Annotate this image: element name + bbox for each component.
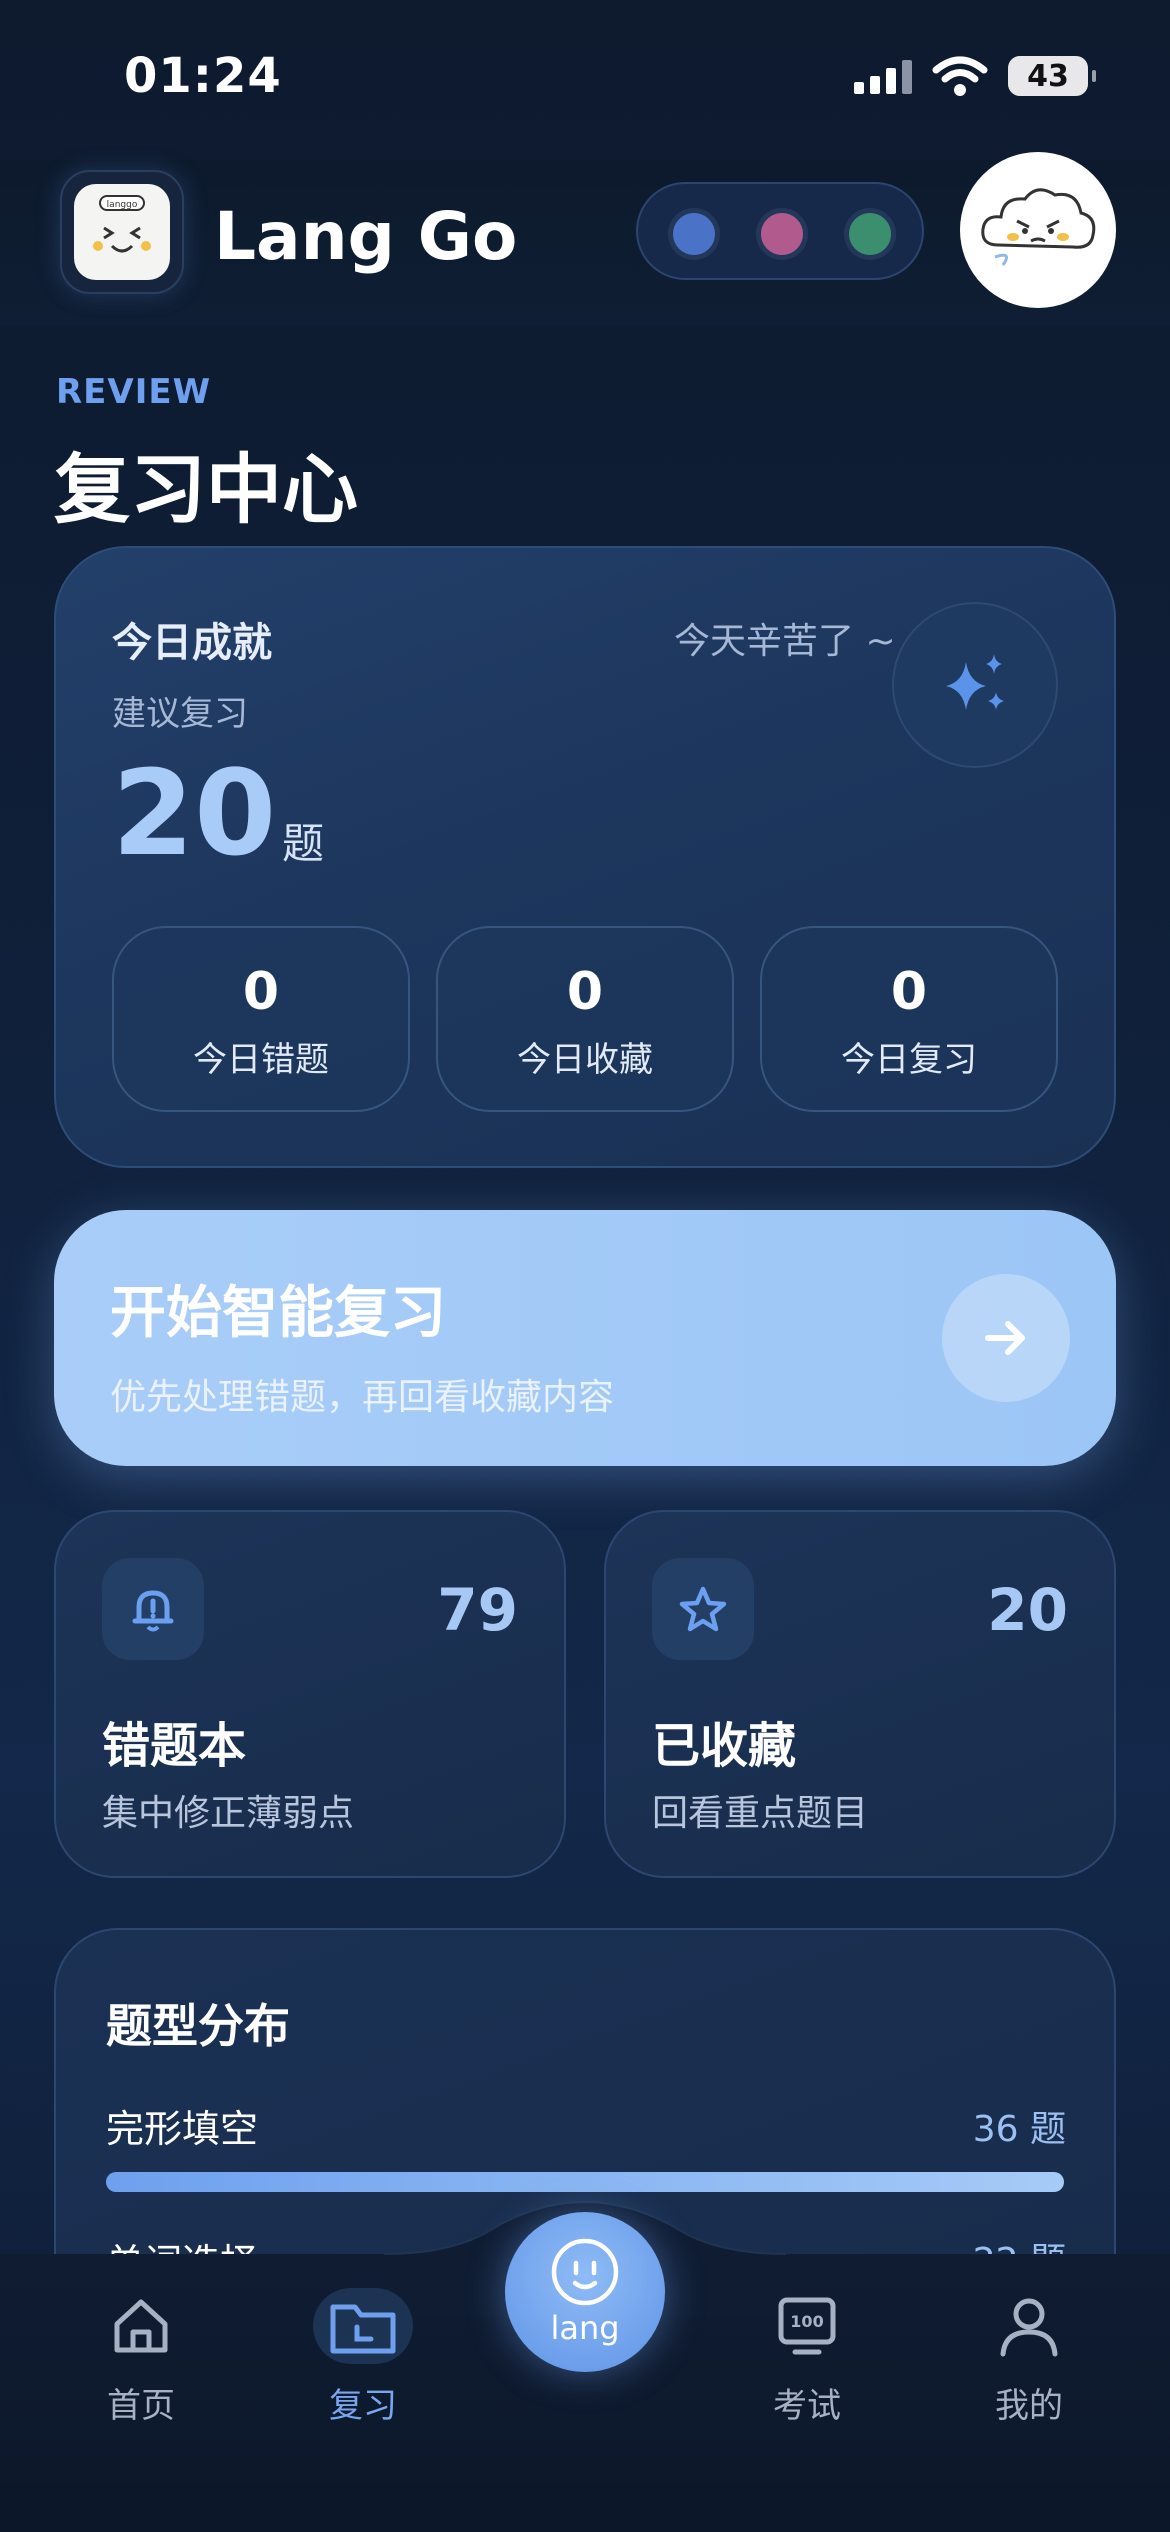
stat-today-mistakes[interactable]: 0 今日错题 (112, 926, 410, 1112)
arrow-right-icon[interactable] (942, 1274, 1070, 1402)
user-icon (991, 2288, 1067, 2364)
achievement-title: 今日成就 (112, 620, 272, 666)
suggest-label: 建议复习 (112, 694, 248, 734)
tab-label: 考试 (773, 2386, 841, 2426)
theme-dot-green[interactable] (844, 208, 896, 260)
theme-dot-blue[interactable] (668, 208, 720, 260)
center-button-label: lang (550, 2309, 620, 2347)
tab-label: 我的 (995, 2386, 1063, 2426)
mistake-book-subtitle: 集中修正薄弱点 (102, 1793, 355, 1834)
theme-dot-pink[interactable] (756, 208, 808, 260)
folder-icon (313, 2288, 413, 2364)
tab-label: 复习 (329, 2386, 397, 2426)
center-lang-button[interactable]: lang (505, 2212, 665, 2372)
smiley-icon (551, 2238, 619, 2306)
start-review-title: 开始智能复习 (110, 1281, 446, 1346)
favorites-subtitle: 回看重点题目 (652, 1793, 869, 1834)
favorites-card[interactable]: 20 已收藏 回看重点题目 (604, 1510, 1116, 1878)
theme-color-switcher[interactable] (636, 182, 924, 280)
stat-value: 0 (890, 962, 928, 1022)
tab-profile[interactable]: 我的 (944, 2270, 1114, 2450)
battery-indicator: 43 (1008, 56, 1096, 96)
mistake-book-card[interactable]: 79 错题本 集中修正薄弱点 (54, 1510, 566, 1878)
cellular-signal-icon (854, 60, 912, 94)
tab-home[interactable]: 首页 (56, 2270, 226, 2450)
distribution-progress-bar (106, 2172, 1064, 2192)
sparkle-icon (946, 654, 1004, 710)
stat-today-favorites[interactable]: 0 今日收藏 (436, 926, 734, 1112)
stat-label: 今日错题 (193, 1040, 329, 1080)
tab-exam[interactable]: 100 考试 (722, 2270, 892, 2450)
section-eyebrow: REVIEW (56, 372, 212, 412)
status-time: 01:24 (124, 48, 282, 104)
stat-value: 0 (242, 962, 280, 1022)
distribution-row-label: 完形填空 (106, 2107, 259, 2151)
app-logo[interactable]: langgo (60, 170, 184, 294)
bell-icon (102, 1558, 204, 1660)
favorites-count: 20 (987, 1576, 1068, 1644)
avatar[interactable] (960, 152, 1116, 308)
tab-review[interactable]: 复习 (278, 2270, 448, 2450)
cloud-mascot-icon (981, 188, 1096, 266)
page-title: 复习中心 (54, 445, 358, 534)
exam-icon: 100 (769, 2288, 845, 2364)
logo-text: langgo (107, 200, 138, 210)
star-icon (652, 1558, 754, 1660)
svg-text:100: 100 (790, 2312, 823, 2331)
stat-label: 今日收藏 (517, 1040, 653, 1080)
wifi-icon (932, 56, 988, 96)
sparkle-badge (892, 602, 1058, 768)
app-title: Lang Go (214, 198, 518, 275)
start-review-subtitle: 优先处理错题，再回看收藏内容 (110, 1377, 615, 1418)
suggest-count: 20 (112, 744, 277, 882)
distribution-title: 题型分布 (106, 1999, 290, 2053)
logo-face-icon: langgo (93, 195, 151, 253)
home-icon (103, 2288, 179, 2364)
mistake-count: 79 (437, 1576, 518, 1644)
achievement-greeting: 今天辛苦了 ~ (674, 621, 896, 662)
stat-today-reviewed[interactable]: 0 今日复习 (760, 926, 1058, 1112)
suggest-unit: 题 (282, 819, 325, 868)
mistake-book-title: 错题本 (102, 1718, 247, 1774)
stat-label: 今日复习 (841, 1040, 977, 1080)
stat-value: 0 (566, 962, 604, 1022)
tab-label: 首页 (107, 2386, 175, 2426)
favorites-title: 已收藏 (652, 1718, 797, 1774)
distribution-row-count: 36 题 (972, 2109, 1066, 2150)
